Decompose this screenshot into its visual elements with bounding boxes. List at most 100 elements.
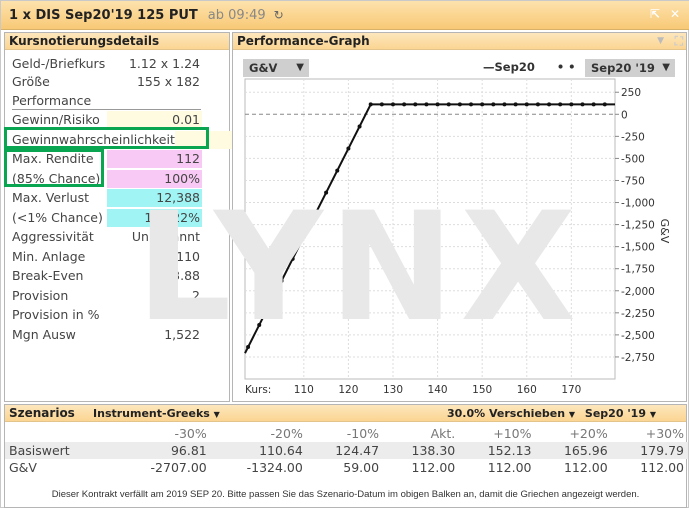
quote-time: ab 09:49: [207, 7, 266, 23]
series-dot: [524, 102, 529, 107]
y-axis-label: G&V: [658, 219, 671, 244]
series-dot: [301, 234, 306, 239]
series-dot: [547, 102, 552, 107]
column-header: -20%: [270, 426, 303, 441]
row-value: 2: [192, 287, 200, 303]
cell: 179.79: [640, 443, 684, 458]
series-dot: [357, 124, 362, 129]
series-dot: [480, 102, 485, 107]
cell: 112.00: [640, 460, 684, 475]
popout-icon[interactable]: ⇱: [650, 7, 660, 21]
performance-row: Break-Even 123.88: [12, 267, 202, 285]
details-panel: Kursnotierungsdetails Geld-/Briefkurs 1.1…: [4, 32, 270, 402]
shift-value: 30.0% Verschieben: [446, 407, 566, 420]
performance-row: Provision 2: [12, 287, 202, 305]
performance-label: Performance: [12, 93, 201, 110]
row-label: Aggressivität: [12, 229, 94, 244]
graph-header: Performance-Graph ▼ ⛶: [233, 33, 686, 50]
series-dot: [502, 102, 507, 107]
series-dot: [457, 102, 462, 107]
row-value: 155 x 182: [136, 74, 200, 89]
x-tick-label: 150: [472, 384, 492, 396]
row-label: Max. Verlust: [12, 190, 90, 205]
greeks-value: Instrument-Greeks: [93, 407, 210, 420]
refresh-icon[interactable]: ↻: [274, 8, 284, 22]
cell: 165.96: [563, 443, 608, 458]
close-icon[interactable]: ✕: [670, 7, 680, 21]
instrument-title: 1 x DIS Sep20'19 125 PUT: [9, 7, 198, 23]
menu-icon[interactable]: ▼: [657, 33, 664, 50]
performance-row: Aggressivität Unbekannt: [12, 228, 202, 246]
series-dot: [558, 102, 563, 107]
greeks-dropdown[interactable]: Instrument-Greeks ▼: [93, 407, 220, 420]
scenarios-panel: Szenarios Instrument-Greeks ▼ 30.0% Vers…: [4, 404, 688, 508]
row-label: Geld-/Briefkurs: [12, 56, 106, 71]
chevron-down-icon: ▼: [649, 410, 656, 419]
series-dot: [312, 212, 317, 217]
performance-chart: 110 120 130 140 150 160 170 250 0 -250 -500 -750 -1,…: [244, 78, 671, 396]
series-dot: [513, 102, 518, 107]
series-dot: [402, 102, 407, 107]
graph-panel: Performance-Graph ▼ ⛶ G&V ▼ —Sep20 • • Sep20…: [232, 32, 687, 402]
series-dot: [368, 102, 373, 107]
performance-row: Provision in % 1: [12, 306, 202, 324]
series-dot: [491, 102, 496, 107]
cell: 112.00: [487, 460, 532, 475]
column-header: -10%: [346, 426, 380, 441]
row-value: 12,388: [107, 189, 202, 207]
series-dot: [390, 102, 395, 107]
row-value: 100%: [107, 169, 202, 188]
row-value: 112: [107, 150, 202, 168]
y-tick-label: -1,500: [621, 242, 655, 254]
title-bar: 1 x DIS Sep20'19 125 PUT ab 09:49 ↻ ⇱ ✕: [1, 1, 689, 30]
y-tick-label: -2,750: [621, 352, 655, 364]
column-header: +30%: [645, 426, 684, 441]
series-dot: [290, 256, 295, 261]
series-dot: [435, 102, 440, 107]
series-dot: [535, 102, 540, 107]
cell: 96.81: [170, 443, 207, 458]
row-label: Break-Even: [12, 268, 84, 283]
shift-dropdown[interactable]: 30.0% Verschieben ▼: [447, 407, 575, 420]
row-value: -110: [171, 248, 200, 264]
chevron-down-icon: ▼: [213, 410, 220, 419]
series-dot: [591, 102, 596, 107]
series-dot: [580, 102, 585, 107]
row-value: Unbekannt: [131, 229, 200, 244]
cell: 124.47: [335, 443, 380, 458]
row-label: Provision in %: [12, 307, 100, 322]
series-line-sep20: [244, 103, 615, 354]
column-header: -30%: [174, 426, 207, 441]
row-value: 1: [192, 307, 200, 322]
cell: G&V: [9, 460, 37, 475]
y-tick-label: -1,750: [621, 264, 655, 276]
maximize-icon[interactable]: ⛶: [675, 33, 683, 50]
highlight-max-return: [4, 149, 104, 187]
series-dot: [324, 190, 329, 195]
series-dot: [446, 102, 451, 107]
cell: 152.13: [487, 443, 532, 458]
y-tick-label: -1,250: [621, 220, 655, 232]
series-dot: [379, 102, 384, 107]
expiry-note: Dieser Kontrakt verfällt am 2019 SEP 20.…: [51, 489, 640, 500]
performance-row: (<1% Chance) 11,222%: [12, 208, 202, 227]
y-tick-label: -500: [621, 153, 645, 165]
column-header: +20%: [569, 426, 608, 441]
column-header: [5, 425, 115, 442]
x-tick-label: 140: [428, 384, 448, 396]
row-value: 11,222%: [107, 208, 202, 227]
cell: 138.30: [411, 443, 456, 458]
details-header: Kursnotierungsdetails: [5, 33, 229, 50]
y-tick-label: -750: [621, 175, 645, 187]
scenarios-title: Szenarios: [9, 406, 75, 420]
performance-row: Min. Anlage -110: [12, 248, 202, 266]
y-tick-label: -1,000: [621, 198, 655, 210]
row-label: Größe: [12, 74, 50, 89]
y-tick-label: -2,500: [621, 330, 655, 342]
scenario-date-dropdown[interactable]: Sep20 '19 ▼: [585, 407, 656, 420]
column-header: Akt.: [430, 426, 456, 441]
cell: -1324.00: [246, 460, 303, 475]
scenario-date-value: Sep20 '19: [584, 407, 646, 420]
scenario-header-row: -30% -20% -10% Akt. +10% +20% +30%: [5, 425, 688, 442]
column-header: +10%: [493, 426, 532, 441]
